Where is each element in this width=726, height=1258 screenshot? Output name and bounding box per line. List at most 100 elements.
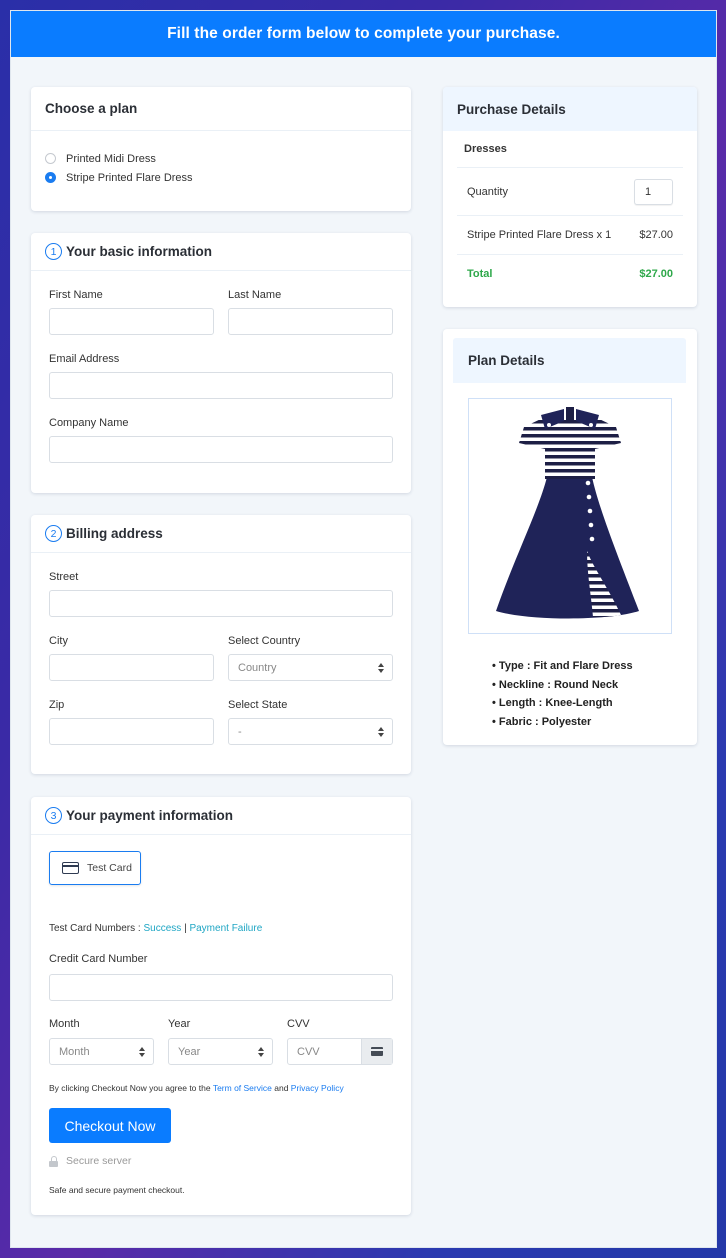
- dress-image: [496, 407, 639, 619]
- basic-info-header: 1 Your basic information: [31, 233, 411, 271]
- card-number-input[interactable]: [49, 974, 393, 1001]
- success-link[interactable]: Success: [143, 923, 181, 934]
- line-item-row: Stripe Printed Flare Dress x 1 $27.00: [457, 216, 683, 255]
- spec-fabric: Fabric : Polyester: [498, 715, 592, 728]
- line-item-label: Stripe Printed Flare Dress x 1: [467, 229, 612, 241]
- plan-details-card: Plan Details • Type: Fit and Flare Dres…: [443, 329, 697, 745]
- test-card-label: Test Card: [87, 862, 132, 874]
- zip-input[interactable]: [49, 718, 214, 745]
- privacy-policy-link[interactable]: Privacy Policy: [291, 1083, 344, 1093]
- credit-card-icon: [62, 862, 79, 874]
- test-card-method-button[interactable]: Test Card: [49, 851, 141, 885]
- quantity-input[interactable]: 1: [634, 178, 673, 205]
- plan-option-stripe-printed-flare-dress[interactable]: Stripe Printed Flare Dress: [45, 168, 397, 187]
- spec-neckline: Neckline : Round Neck: [498, 678, 619, 691]
- choose-plan-title: Choose a plan: [31, 87, 411, 131]
- select-arrows-icon: [258, 1047, 264, 1057]
- step-1-icon: 1: [45, 243, 62, 260]
- terms-prefix: By clicking Checkout Now you agree to th…: [49, 1083, 211, 1093]
- radio-unselected[interactable]: [45, 153, 56, 164]
- plan-option-printed-midi-dress[interactable]: Printed Midi Dress: [45, 149, 397, 168]
- billing-header: 2 Billing address: [31, 515, 411, 553]
- plan-option-label: Stripe Printed Flare Dress: [66, 171, 193, 184]
- year-select[interactable]: Year: [168, 1038, 273, 1065]
- credit-card-icon: [371, 1047, 383, 1056]
- last-name-label: Last Name: [228, 289, 282, 301]
- plan-specs-list: • Type : Fit and Flare Dress • Neckline …: [492, 657, 633, 731]
- safe-payment-note: Safe and secure payment checkout.: [49, 1185, 185, 1195]
- city-input[interactable]: [49, 654, 214, 681]
- year-label: Year: [168, 1018, 191, 1030]
- cvv-label: CVV: [287, 1018, 310, 1030]
- plan-details-header: Plan Details: [453, 338, 686, 383]
- payment-card: 3 Your payment information Test Card Tes…: [31, 797, 411, 1215]
- select-arrows-icon: [378, 727, 384, 737]
- select-arrows-icon: [378, 663, 384, 673]
- line-item-price: $27.00: [639, 229, 673, 241]
- category-label: Dresses: [464, 143, 507, 155]
- terms-of-service-link[interactable]: Term of Service: [213, 1083, 272, 1093]
- purchase-details-card: Purchase Details Dresses Quantity 1 Stri…: [443, 87, 697, 307]
- select-arrows-icon: [139, 1047, 145, 1057]
- category-row: Dresses: [457, 131, 683, 168]
- cvv-addon: [361, 1039, 392, 1064]
- spec-type: Type : Fit and Flare Dress: [498, 660, 633, 673]
- lock-icon: [49, 1155, 58, 1167]
- plan-details-title: Plan Details: [468, 353, 545, 368]
- month-label: Month: [49, 1018, 80, 1030]
- step-3-icon: 3: [45, 807, 62, 824]
- step-2-icon: 2: [45, 525, 62, 542]
- secure-server-label: Secure server: [66, 1155, 132, 1167]
- spec-item: • Type : Fit and Flare Dress: [492, 660, 633, 673]
- basic-info-title: Your basic information: [66, 244, 213, 259]
- billing-card: 2 Billing address Street City Select Cou…: [31, 515, 411, 774]
- choose-plan-card: Choose a plan Printed Midi Dress Stripe …: [31, 87, 411, 211]
- separator: |: [184, 923, 187, 934]
- month-select[interactable]: Month: [49, 1038, 154, 1065]
- billing-title: Billing address: [66, 526, 163, 541]
- test-card-numbers-label: Test Card Numbers :: [49, 923, 141, 934]
- terms-text: By clicking Checkout Now you agree to th…: [49, 1083, 344, 1093]
- street-label: Street: [49, 571, 79, 583]
- total-row: Total $27.00: [457, 255, 683, 293]
- total-label: Total: [467, 268, 493, 280]
- email-input[interactable]: [49, 372, 393, 399]
- state-label: Select State: [228, 699, 288, 711]
- page-banner: Fill the order form below to complete yo…: [11, 11, 716, 57]
- country-label: Select Country: [228, 635, 301, 647]
- payment-title: Your payment information: [66, 808, 234, 823]
- state-select-value: -: [238, 725, 242, 738]
- company-label: Company Name: [49, 417, 129, 429]
- last-name-input[interactable]: [228, 308, 393, 335]
- test-card-numbers: Test Card Numbers : Success | Payment Fa…: [49, 923, 262, 934]
- quantity-row: Quantity 1: [457, 168, 683, 216]
- card-number-label: Credit Card Number: [49, 953, 148, 965]
- cvv-input[interactable]: CVV: [287, 1038, 393, 1065]
- first-name-input[interactable]: [49, 308, 214, 335]
- city-label: City: [49, 635, 68, 647]
- order-form-page: Fill the order form below to complete yo…: [10, 10, 717, 1248]
- month-select-value: Month: [59, 1045, 90, 1058]
- checkout-now-button[interactable]: Checkout Now: [49, 1108, 171, 1143]
- spec-length: Length : Knee-Length: [498, 697, 613, 710]
- country-select-value: Country: [238, 661, 277, 674]
- year-select-value: Year: [178, 1045, 201, 1058]
- first-name-label: First Name: [49, 289, 103, 301]
- total-value: $27.00: [639, 268, 673, 280]
- payment-header: 3 Your payment information: [31, 797, 411, 835]
- terms-and: and: [274, 1083, 289, 1093]
- spec-item: • Length : Knee-Length: [492, 697, 613, 710]
- company-input[interactable]: [49, 436, 393, 463]
- email-label: Email Address: [49, 353, 120, 365]
- spec-item: • Neckline : Round Neck: [492, 678, 619, 691]
- spec-item: • Fabric : Polyester: [492, 715, 592, 728]
- state-select[interactable]: -: [228, 718, 393, 745]
- radio-selected[interactable]: [45, 172, 56, 183]
- basic-info-card: 1 Your basic information First Name Last…: [31, 233, 411, 493]
- plan-option-label: Printed Midi Dress: [66, 152, 156, 165]
- quantity-label: Quantity: [467, 185, 508, 198]
- payment-failure-link[interactable]: Payment Failure: [189, 923, 262, 934]
- street-input[interactable]: [49, 590, 393, 617]
- product-image: [468, 398, 672, 634]
- country-select[interactable]: Country: [228, 654, 393, 681]
